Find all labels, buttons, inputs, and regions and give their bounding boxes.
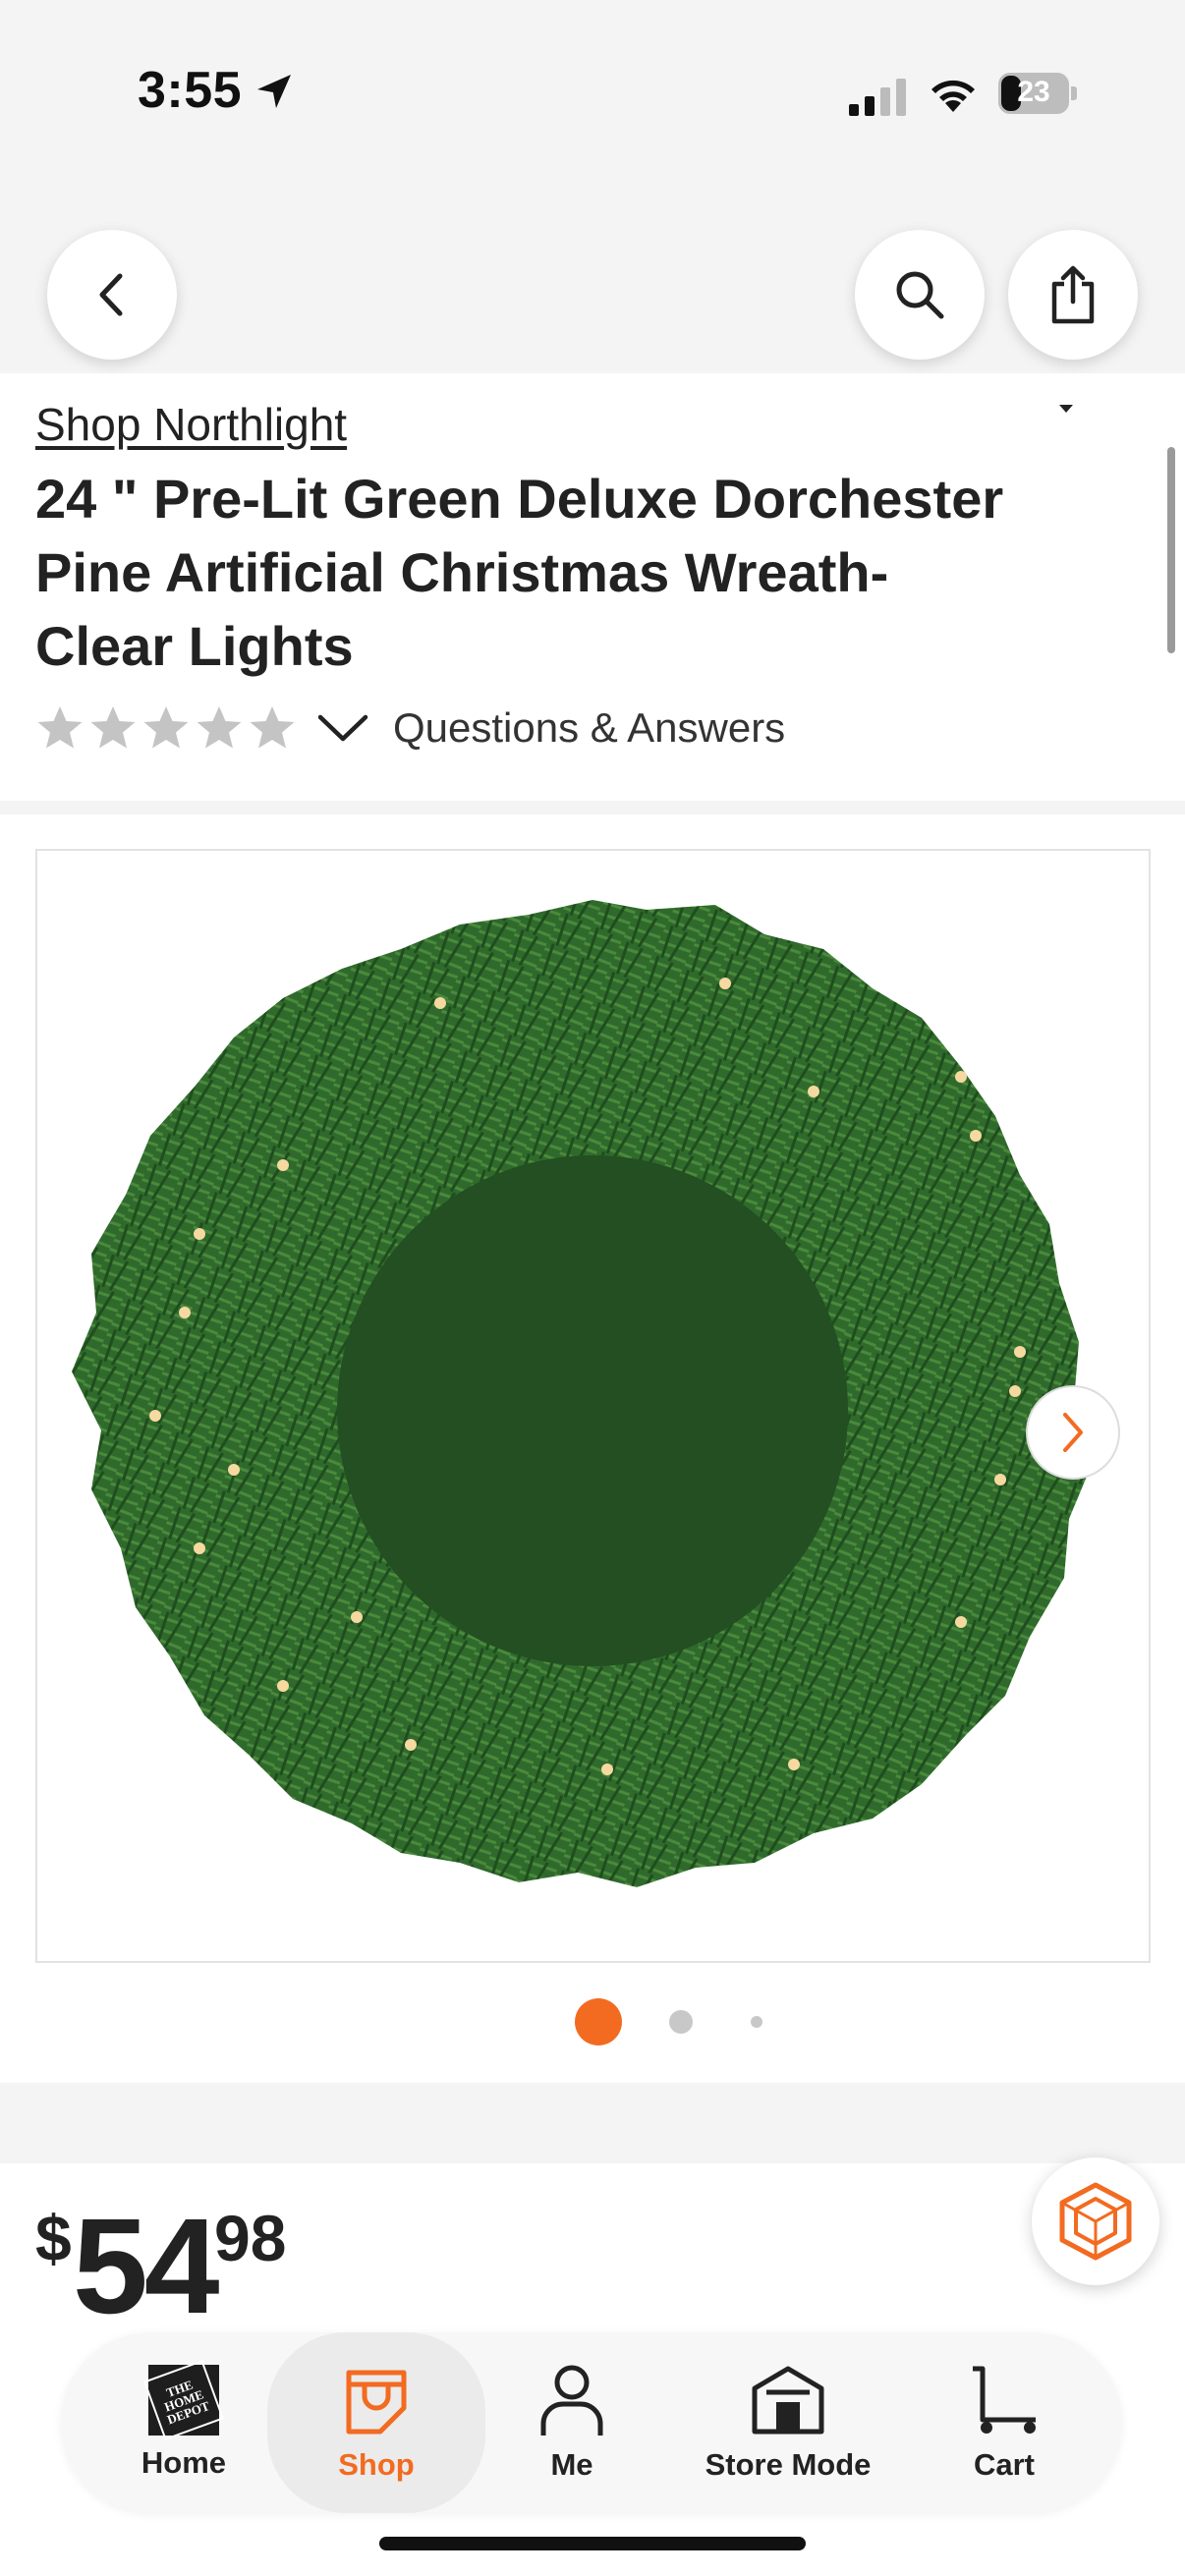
status-time: 3:55: [138, 62, 243, 119]
product-title: 24 " Pre-Lit Green Deluxe Dorchester Pin…: [35, 468, 1004, 677]
tab-home[interactable]: THE HOME DEPOT Home: [120, 2332, 248, 2513]
price-cents: 98: [214, 2202, 287, 2274]
tab-label-store-mode: Store Mode: [705, 2447, 872, 2482]
tab-label-home: Home: [141, 2445, 227, 2480]
home-depot-logo-icon: THE HOME DEPOT: [142, 2359, 225, 2441]
back-button[interactable]: [47, 230, 177, 360]
search-button[interactable]: [855, 230, 985, 360]
hexagon-assistant-icon: [1059, 2182, 1132, 2261]
tab-shop[interactable]: Shop: [267, 2332, 485, 2513]
pagination-dot[interactable]: [669, 2010, 693, 2034]
next-image-button[interactable]: [1026, 1385, 1120, 1480]
cellular-signal-icon: [849, 79, 906, 116]
tab-label-me: Me: [550, 2447, 593, 2482]
tab-label-shop: Shop: [338, 2447, 415, 2482]
caret-down-icon: [1059, 405, 1073, 413]
cart-icon: [973, 2366, 1036, 2434]
section-divider: [0, 801, 1185, 814]
star-icon: [197, 706, 242, 749]
rating-stars[interactable]: [35, 703, 297, 753]
search-icon: [896, 271, 944, 319]
wifi-icon: [931, 80, 975, 112]
location-arrow-icon: [257, 75, 291, 108]
battery-icon: 23: [998, 73, 1077, 114]
questions-answers-link[interactable]: Questions & Answers: [393, 704, 785, 752]
home-indicator[interactable]: [379, 2537, 806, 2550]
chevron-left-icon: [99, 273, 123, 316]
person-icon: [540, 2365, 603, 2436]
wreath-image: [72, 900, 1094, 1887]
price-dollars: 54: [73, 2191, 219, 2342]
star-icon: [143, 706, 189, 749]
section-gap: [0, 2083, 1185, 2163]
share-icon: [1051, 265, 1095, 324]
bottom-tab-bar: THE HOME DEPOT Home Shop Me Store Mode C…: [61, 2332, 1122, 2513]
image-pagination: [0, 1998, 1185, 2045]
battery-level: 23: [1017, 76, 1050, 108]
tab-me[interactable]: Me: [523, 2332, 621, 2513]
price-dollar-sign: $: [35, 2202, 72, 2274]
share-button[interactable]: [1008, 230, 1138, 360]
store-icon: [752, 2366, 824, 2435]
brand-link[interactable]: Shop Northlight: [35, 398, 347, 451]
chevron-down-icon[interactable]: [316, 711, 369, 745]
product-image[interactable]: [35, 849, 1151, 1963]
rating-row: Questions & Answers: [35, 703, 785, 753]
star-icon: [37, 706, 83, 749]
chevron-right-icon: [1063, 1413, 1083, 1452]
status-bar: 3:55 23: [0, 0, 1185, 196]
pagination-dot[interactable]: [751, 2016, 762, 2028]
star-icon: [250, 706, 295, 749]
star-icon: [90, 706, 136, 749]
shop-bag-icon: [346, 2370, 407, 2435]
assistant-button[interactable]: [1032, 2157, 1159, 2285]
tab-label-cart: Cart: [973, 2447, 1035, 2482]
tab-cart[interactable]: Cart: [945, 2332, 1063, 2513]
tab-store-mode[interactable]: Store Mode: [690, 2332, 886, 2513]
pagination-dot-active[interactable]: [575, 1998, 622, 2045]
scrollbar[interactable]: [1167, 447, 1175, 653]
